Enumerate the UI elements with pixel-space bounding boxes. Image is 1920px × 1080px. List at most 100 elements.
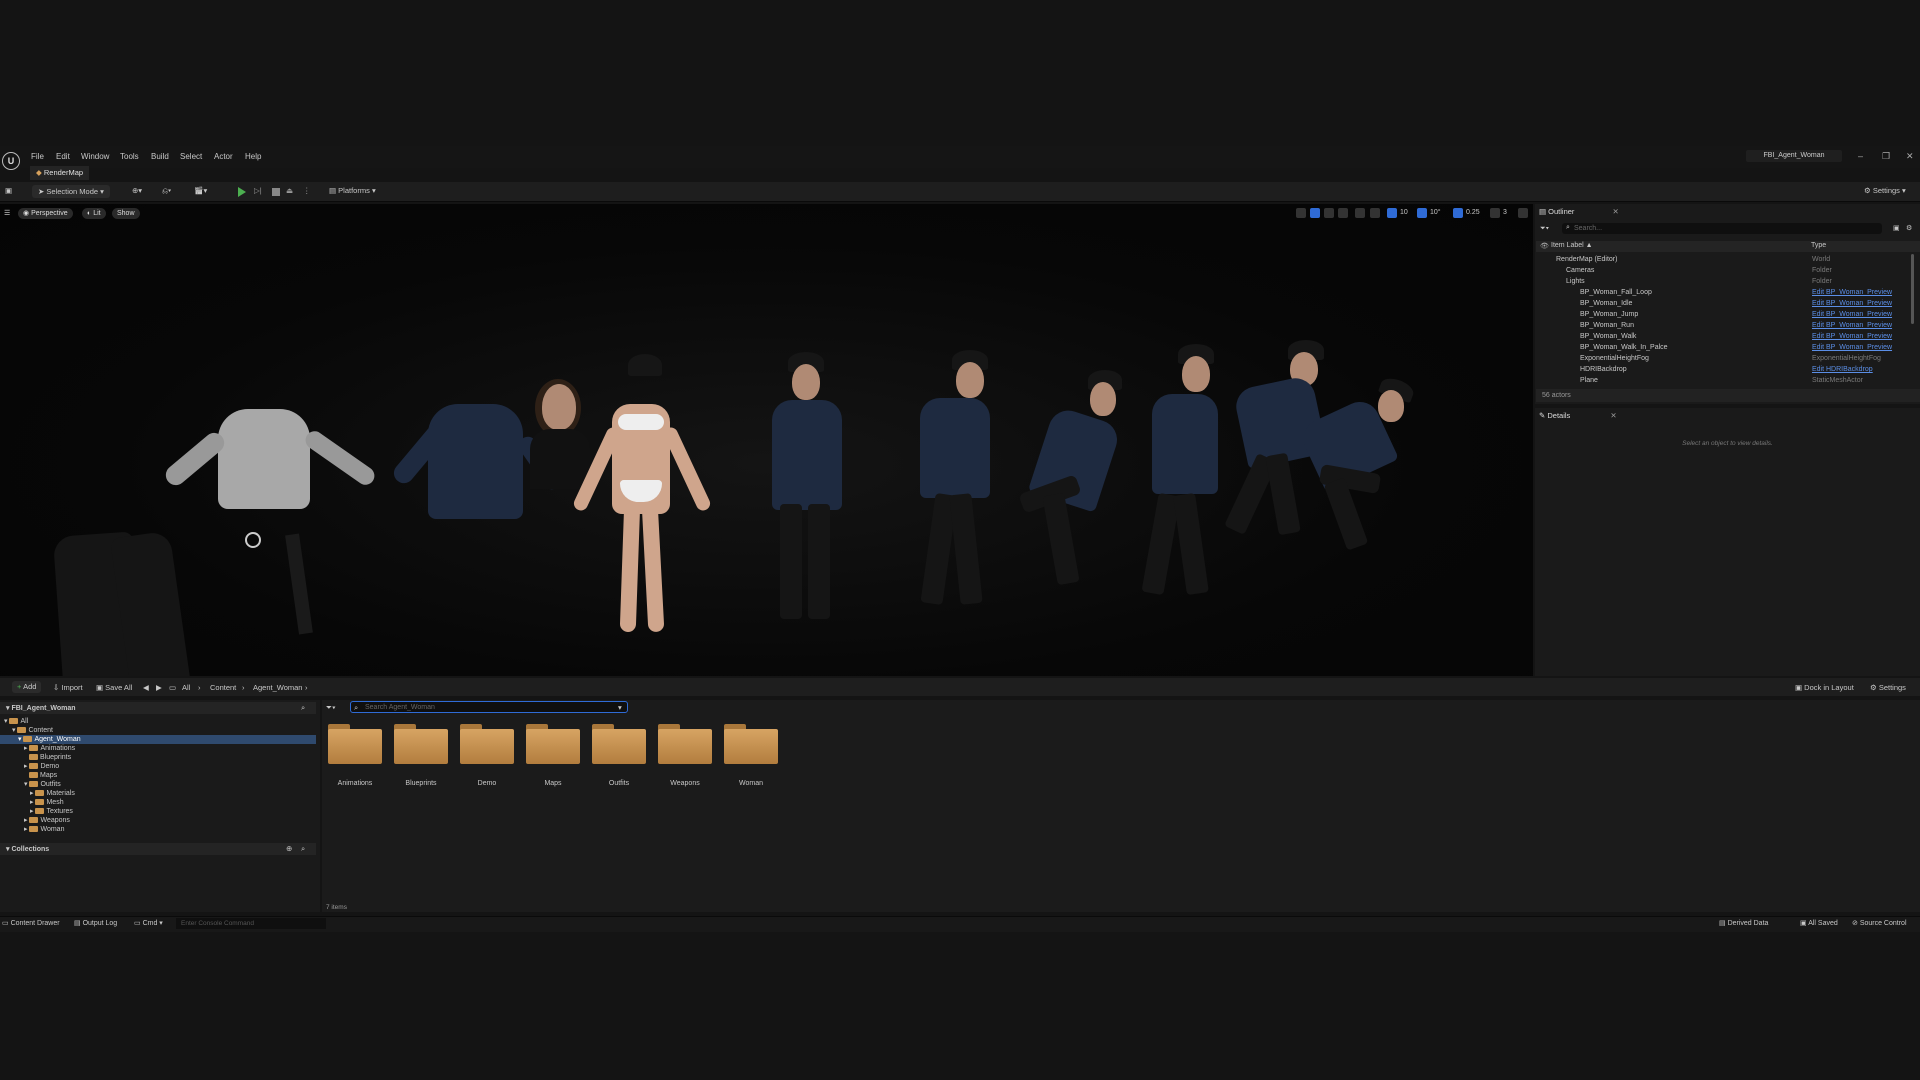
forward-icon[interactable]: ▶	[156, 683, 162, 692]
tree-item-outfits[interactable]: ▾ Outfits	[0, 780, 316, 789]
menu-edit[interactable]: Edit	[56, 152, 70, 161]
outliner-search-input[interactable]: Search...	[1562, 223, 1882, 234]
tree-item-all[interactable]: ▾ All	[0, 717, 316, 726]
menu-build[interactable]: Build	[151, 152, 169, 161]
tree-item-animations[interactable]: ▸ Animations	[0, 744, 316, 753]
menu-select[interactable]: Select	[180, 152, 202, 161]
level-viewport[interactable]	[0, 204, 1533, 676]
outliner-row[interactable]: BP_Woman_Fall_Loop Edit BP_Woman_Preview	[1540, 287, 1915, 298]
folder-tile-outfits[interactable]	[592, 724, 646, 764]
tree-item-weapons[interactable]: ▸ Weapons	[0, 816, 316, 825]
all-saved-button[interactable]: ▣ All Saved	[1800, 919, 1838, 927]
tree-item-blueprints[interactable]: Blueprints	[0, 753, 316, 762]
row-type-link[interactable]: Edit BP_Woman_Preview	[1812, 298, 1892, 309]
outliner-row[interactable]: BP_Woman_Walk Edit BP_Woman_Preview	[1540, 331, 1915, 342]
breadcrumb-content[interactable]: Content	[210, 683, 236, 692]
tree-root[interactable]: ▾ FBI_Agent_Woman	[0, 704, 316, 713]
save-icon[interactable]: ▣	[5, 186, 12, 195]
row-type-link[interactable]: Edit BP_Woman_Preview	[1812, 342, 1892, 353]
content-settings-button[interactable]: ⚙ Settings	[1870, 683, 1906, 692]
folder-tile-weapons[interactable]	[658, 724, 712, 764]
breadcrumb-all[interactable]: All	[182, 683, 190, 692]
cmd-dropdown[interactable]: ▭ Cmd ▾	[134, 919, 163, 927]
outliner-row[interactable]: BP_Woman_Idle Edit BP_Woman_Preview	[1540, 298, 1915, 309]
menu-file[interactable]: File	[31, 152, 44, 161]
filter-icon[interactable]: ⏷▾	[1540, 225, 1549, 233]
tree-search-icon[interactable]: ⌕	[301, 703, 305, 713]
camera-speed-icon[interactable]	[1490, 208, 1500, 218]
outliner-row[interactable]: HDRIBackdrop Edit HDRIBackdrop	[1540, 364, 1915, 375]
world-space-icon[interactable]	[1355, 208, 1365, 218]
show-button[interactable]: Show	[112, 208, 140, 219]
tree-item-textures[interactable]: ▸ Textures	[0, 807, 316, 816]
tree-item-content[interactable]: ▾ Content	[0, 726, 316, 735]
content-drawer-button[interactable]: ▭ Content Drawer	[2, 919, 60, 927]
viewport-menu-icon[interactable]: ☰	[4, 208, 10, 219]
tree-item-materials[interactable]: ▸ Materials	[0, 789, 316, 798]
cinematics-icon[interactable]: 🎬︎▾	[194, 186, 207, 195]
collections-title[interactable]: ▾ Collections	[0, 845, 316, 854]
translate-tool-icon[interactable]	[1310, 208, 1320, 218]
stop-icon[interactable]	[272, 188, 280, 196]
selection-mode-dropdown[interactable]: ➤ Selection Mode ▾	[32, 185, 110, 198]
outliner-scrollbar[interactable]	[1911, 254, 1914, 324]
select-tool-icon[interactable]	[1296, 208, 1306, 218]
outliner-row[interactable]: ExponentialHeightFog ExponentialHeightFog	[1540, 353, 1915, 364]
grid-snap-value[interactable]: 10	[1400, 209, 1408, 216]
unreal-logo-icon[interactable]: U	[2, 152, 20, 170]
back-icon[interactable]: ◀	[143, 683, 149, 692]
dock-in-layout-button[interactable]: ▣ Dock in Layout	[1795, 683, 1854, 692]
row-type-link[interactable]: Edit HDRIBackdrop	[1812, 364, 1873, 375]
outliner-row[interactable]: BP_Woman_Run Edit BP_Woman_Preview	[1540, 320, 1915, 331]
viewport-layout-icon[interactable]	[1518, 208, 1528, 218]
outliner-close-icon[interactable]: ✕	[1612, 207, 1618, 216]
row-type-link[interactable]: Edit BP_Woman_Preview	[1812, 287, 1892, 298]
play-icon[interactable]	[238, 187, 246, 197]
minimize-icon[interactable]: –	[1858, 151, 1863, 161]
collections-search-icon[interactable]: ⌕	[301, 844, 305, 854]
chevron-down-icon[interactable]: ▾	[618, 703, 622, 712]
tree-item-agent-woman[interactable]: ▾ Agent_Woman	[0, 735, 316, 744]
surface-snap-icon[interactable]	[1370, 208, 1380, 218]
import-button[interactable]: ⇩ Import	[53, 683, 83, 692]
asset-search-input[interactable]: Search Agent_Woman	[350, 701, 628, 713]
grid-snap-icon[interactable]	[1387, 208, 1397, 218]
folder-tile-blueprints[interactable]	[394, 724, 448, 764]
menu-help[interactable]: Help	[245, 152, 261, 161]
folder-icon[interactable]: ▭	[169, 683, 176, 692]
outliner-gear-icon[interactable]: ⚙	[1906, 224, 1912, 232]
close-icon[interactable]: ✕	[1906, 151, 1914, 162]
blueprint-icon[interactable]: ⎌▾	[162, 186, 171, 196]
tree-item-maps[interactable]: Maps	[0, 771, 316, 780]
settings-button[interactable]: ⚙ Settings ▾	[1864, 186, 1906, 195]
derived-data-button[interactable]: ▤ Derived Data	[1719, 919, 1768, 927]
menu-tools[interactable]: Tools	[120, 152, 139, 161]
platforms-dropdown[interactable]: ▤ Platforms ▾	[329, 186, 376, 195]
angle-snap-value[interactable]: 10°	[1430, 209, 1441, 216]
add-collection-icon[interactable]: ⊕	[286, 844, 292, 853]
outliner-row[interactable]: RenderMap (Editor) World	[1540, 254, 1915, 265]
visibility-icon[interactable]: 👁︎	[1540, 242, 1549, 250]
folder-tile-demo[interactable]	[460, 724, 514, 764]
add-content-icon[interactable]: ⊕▾	[132, 186, 142, 195]
output-log-button[interactable]: ▤ Output Log	[74, 919, 117, 927]
save-all-button[interactable]: ▣ Save All	[96, 683, 132, 692]
folder-tile-woman[interactable]	[724, 724, 778, 764]
source-control-button[interactable]: ⊘ Source Control	[1852, 919, 1907, 927]
col-type[interactable]: Type	[1811, 242, 1826, 249]
outliner-row[interactable]: Cameras Folder	[1540, 265, 1915, 276]
scale-snap-value[interactable]: 0.25	[1466, 209, 1480, 216]
console-input[interactable]: Enter Console Command	[176, 918, 326, 929]
step-icon[interactable]: ▷|	[254, 186, 262, 195]
tree-item-mesh[interactable]: ▸ Mesh	[0, 798, 316, 807]
row-type-link[interactable]: Edit BP_Woman_Preview	[1812, 309, 1892, 320]
outliner-row[interactable]: BP_Woman_Jump Edit BP_Woman_Preview	[1540, 309, 1915, 320]
outliner-add-folder-icon[interactable]: ▣	[1893, 224, 1900, 232]
tab-rendermap[interactable]: ◆ RenderMap	[30, 166, 90, 180]
lit-button[interactable]: ◐ Lit	[82, 208, 106, 219]
menu-window[interactable]: Window	[81, 152, 109, 161]
perspective-button[interactable]: ◉ Perspective	[18, 208, 73, 219]
asset-filter-icon[interactable]: ⏷▾	[326, 703, 336, 713]
col-item-label[interactable]: Item Label ▲	[1551, 242, 1593, 249]
details-close-icon[interactable]: ✕	[1610, 411, 1616, 420]
